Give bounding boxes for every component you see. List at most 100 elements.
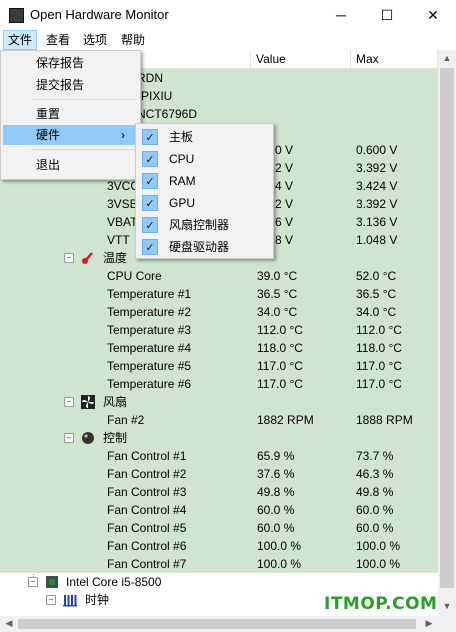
sensor-max: 117.0 °C — [356, 359, 402, 373]
menu-help[interactable]: 帮助 — [117, 31, 149, 49]
collapse-icon[interactable]: − — [64, 253, 74, 263]
category-label: 时钟 — [85, 593, 110, 607]
category-row-fans[interactable]: − 风扇 — [0, 393, 438, 411]
collapse-icon[interactable]: − — [28, 577, 38, 587]
sensor-value: 100.0 % — [257, 539, 302, 553]
sensor-name: Fan Control #3 — [107, 485, 187, 499]
window-title: Open Hardware Monitor — [30, 7, 169, 22]
category-label: 温度 — [103, 251, 128, 265]
menu-item-save-report[interactable]: 保存报告 — [3, 53, 137, 73]
table-row[interactable]: Fan #2 1882 RPM 1888 RPM — [0, 411, 438, 429]
sensor-name: Fan Control #4 — [107, 503, 187, 517]
menu-item-hardware[interactable]: 硬件 › — [3, 125, 137, 145]
menu-view[interactable]: 查看 — [42, 31, 74, 49]
collapse-icon[interactable]: − — [64, 397, 74, 407]
checkmark-icon: ✓ — [142, 151, 158, 167]
submenu-item-hdd[interactable]: ✓ 硬盘驱动器 — [138, 236, 269, 258]
menu-item-exit[interactable]: 退出 — [3, 155, 137, 175]
maximize-button[interactable]: ☐ — [364, 0, 410, 30]
collapse-icon[interactable]: − — [46, 595, 56, 605]
sensor-name: Fan Control #5 — [107, 521, 187, 535]
menu-file[interactable]: 文件 — [3, 30, 38, 50]
sensor-name: CPU Core — [107, 269, 162, 283]
submenu-item-cpu[interactable]: ✓ CPU — [138, 148, 269, 170]
close-button[interactable]: ✕ — [410, 0, 456, 30]
menu-separator — [31, 99, 135, 100]
collapse-icon[interactable]: − — [64, 433, 74, 443]
menu-bar: 文件 查看 选项 帮助 — [0, 30, 456, 51]
sensor-name: Temperature #6 — [107, 377, 192, 391]
menu-item-reset[interactable]: 重置 — [3, 104, 137, 124]
table-row[interactable]: CPU Core 39.0 °C 52.0 °C — [0, 267, 438, 285]
sensor-name: VTT — [107, 233, 130, 247]
sensor-max: 1888 RPM — [356, 413, 413, 427]
menu-item-submit-report[interactable]: 提交报告 — [3, 75, 137, 95]
sensor-value: 117.0 °C — [257, 359, 303, 373]
menu-separator — [31, 149, 135, 150]
table-row[interactable]: Temperature #6 117.0 °C 117.0 °C — [0, 375, 438, 393]
sensor-name: 3VSB — [107, 197, 138, 211]
sensor-name: Temperature #1 — [107, 287, 192, 301]
submenu-item-label: 硬盘驱动器 — [169, 240, 230, 254]
table-row[interactable]: Fan Control #4 60.0 % 60.0 % — [0, 501, 438, 519]
table-row[interactable]: Temperature #2 34.0 °C 34.0 °C — [0, 303, 438, 321]
sensor-max: 112.0 °C — [356, 323, 402, 337]
sensor-value: 0 V — [275, 143, 294, 157]
submenu-item-gpu[interactable]: ✓ GPU — [138, 192, 269, 214]
table-row[interactable]: Fan Control #2 37.6 % 46.3 % — [0, 465, 438, 483]
table-row[interactable]: Temperature #5 117.0 °C 117.0 °C — [0, 357, 438, 375]
submenu-item-label: 风扇控制器 — [169, 218, 230, 232]
sensor-value: 8 V — [275, 233, 294, 247]
submenu-item-mainboard[interactable]: ✓ 主板 — [138, 126, 269, 148]
tree-row-label: NCT6796D — [137, 107, 198, 121]
sensor-max: 60.0 % — [356, 503, 394, 517]
sensor-value: 65.9 % — [257, 449, 295, 463]
control-knob-icon — [82, 432, 94, 444]
hardware-name: Intel Core i5-8500 — [66, 575, 162, 589]
submenu-item-fan-controller[interactable]: ✓ 风扇控制器 — [138, 214, 269, 236]
minimize-button[interactable]: ─ — [318, 0, 364, 30]
table-row[interactable]: Fan Control #6 100.0 % 100.0 % — [0, 537, 438, 555]
sensor-name: Temperature #4 — [107, 341, 192, 355]
table-row[interactable]: Fan Control #7 100.0 % 100.0 % — [0, 555, 438, 573]
sensor-value: 49.8 % — [257, 485, 295, 499]
submenu-item-ram[interactable]: ✓ RAM — [138, 170, 269, 192]
checkmark-icon: ✓ — [142, 129, 158, 145]
sensor-value: 39.0 °C — [257, 269, 298, 283]
hardware-row-cpu[interactable]: − Intel Core i5-8500 — [0, 573, 438, 591]
sensor-max: 52.0 °C — [356, 269, 397, 283]
sensor-name: Fan Control #6 — [107, 539, 187, 553]
sensor-value: 117.0 °C — [257, 377, 303, 391]
scroll-right-icon[interactable]: ▶ — [420, 618, 438, 629]
sensor-max: 73.7 % — [356, 449, 394, 463]
tree-row-label: -PIXIU — [137, 89, 173, 103]
column-header-max[interactable]: Max — [351, 50, 438, 69]
sensor-value: 100.0 % — [257, 557, 302, 571]
sensor-max: 3.136 V — [356, 215, 398, 229]
sensor-max: 60.0 % — [356, 521, 394, 535]
table-row[interactable]: Fan Control #5 60.0 % 60.0 % — [0, 519, 438, 537]
column-header-value[interactable]: Value — [251, 50, 351, 69]
sensor-max: 100.0 % — [356, 557, 401, 571]
sensor-name: Temperature #5 — [107, 359, 192, 373]
category-label: 控制 — [103, 431, 128, 445]
sensor-value: 2 V — [275, 197, 294, 211]
horizontal-scroll-thumb[interactable] — [18, 619, 416, 629]
table-row[interactable]: Temperature #4 118.0 °C 118.0 °C — [0, 339, 438, 357]
vertical-scroll-thumb[interactable] — [440, 68, 454, 588]
sensor-value: 37.6 % — [257, 467, 295, 481]
scroll-down-icon[interactable]: ▼ — [438, 601, 456, 611]
table-row[interactable]: Fan Control #1 65.9 % 73.7 % — [0, 447, 438, 465]
table-row[interactable]: Temperature #1 36.5 °C 36.5 °C — [0, 285, 438, 303]
table-row[interactable]: Fan Control #3 49.8 % 49.8 % — [0, 483, 438, 501]
title-bar: Open Hardware Monitor ─ ☐ ✕ — [0, 0, 456, 30]
table-row[interactable]: Temperature #3 112.0 °C 112.0 °C — [0, 321, 438, 339]
sensor-max: 36.5 °C — [356, 287, 397, 301]
menu-options[interactable]: 选项 — [79, 31, 111, 49]
category-row-controls[interactable]: − 控制 — [0, 429, 438, 447]
scroll-up-icon[interactable]: ▲ — [438, 53, 456, 63]
thermometer-icon — [82, 252, 93, 264]
scroll-left-icon[interactable]: ◀ — [0, 618, 18, 629]
sensor-max: 1.048 V — [356, 233, 398, 247]
clock-bars-icon — [63, 595, 77, 607]
